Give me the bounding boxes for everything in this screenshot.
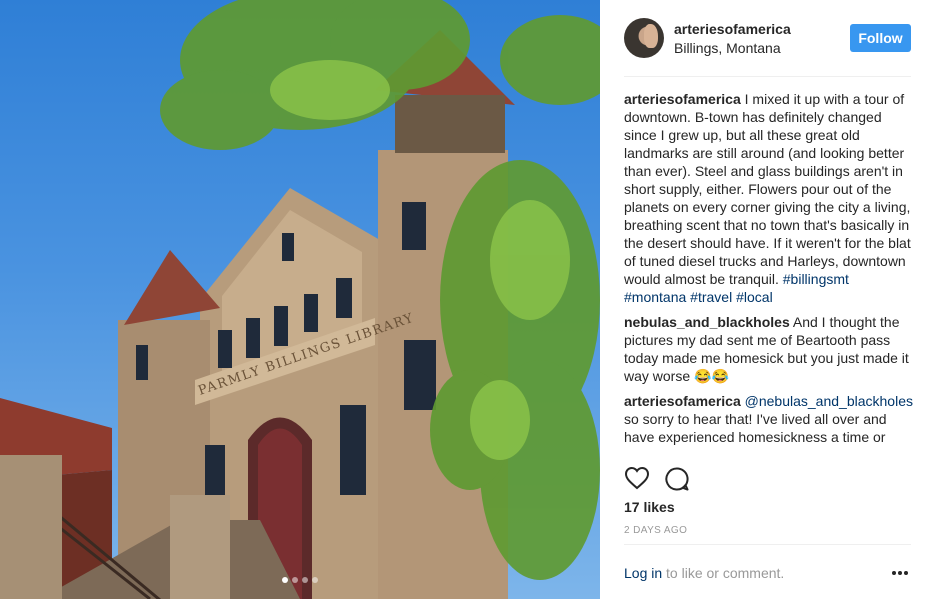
comment-text: I mixed it up with a tour of downtown. B… — [624, 91, 911, 287]
comment-username[interactable]: arteriesofamerica — [624, 91, 741, 107]
location-link[interactable]: Billings, Montana — [674, 40, 781, 56]
login-link[interactable]: Log in — [624, 565, 662, 581]
avatar[interactable] — [624, 18, 664, 58]
comment-icon[interactable] — [664, 466, 690, 492]
post-actions — [624, 466, 911, 492]
carousel-indicator — [282, 577, 318, 583]
hashtag-link[interactable]: #montana — [624, 289, 686, 305]
comment-text: so sorry to hear that! I've lived all ov… — [624, 411, 887, 445]
login-prompt: Log in to like or comment. — [624, 565, 784, 581]
comment-item: nebulas_and_blackholes And I thought the… — [624, 313, 914, 385]
comment-username[interactable]: arteriesofamerica — [624, 393, 741, 409]
post-photo[interactable]: PARMLY BILLINGS LIBRARY — [0, 0, 600, 599]
login-prompt-text: to like or comment. — [666, 565, 785, 581]
comment-username[interactable]: nebulas_and_blackholes — [624, 314, 790, 330]
timestamp[interactable]: 2 DAYS AGO — [624, 525, 687, 536]
comment-item: arteriesofamerica @nebulas_and_blackhole… — [624, 392, 914, 446]
heart-icon[interactable] — [624, 466, 650, 490]
hashtag-link[interactable]: #billingsmt — [783, 271, 849, 287]
comments-list[interactable]: arteriesofamerica I mixed it up with a t… — [624, 90, 914, 456]
comment-caption: arteriesofamerica I mixed it up with a t… — [624, 90, 914, 306]
username-link[interactable]: arteriesofamerica — [674, 21, 791, 37]
mention-link[interactable]: @nebulas_and_blackholes — [745, 393, 913, 409]
post-header: arteriesofamerica Billings, Montana Foll… — [624, 18, 911, 77]
follow-button[interactable]: Follow — [850, 24, 911, 52]
hashtag-link[interactable]: #travel — [690, 289, 732, 305]
carousel-dot[interactable] — [282, 577, 288, 583]
carousel-dot[interactable] — [302, 577, 308, 583]
ellipsis-icon[interactable] — [890, 567, 910, 579]
hashtag-link[interactable]: #local — [736, 289, 773, 305]
library-building-image: PARMLY BILLINGS LIBRARY — [0, 0, 600, 599]
carousel-dot[interactable] — [312, 577, 318, 583]
carousel-dot[interactable] — [292, 577, 298, 583]
divider — [624, 544, 911, 545]
likes-count[interactable]: 17 likes — [624, 499, 675, 515]
